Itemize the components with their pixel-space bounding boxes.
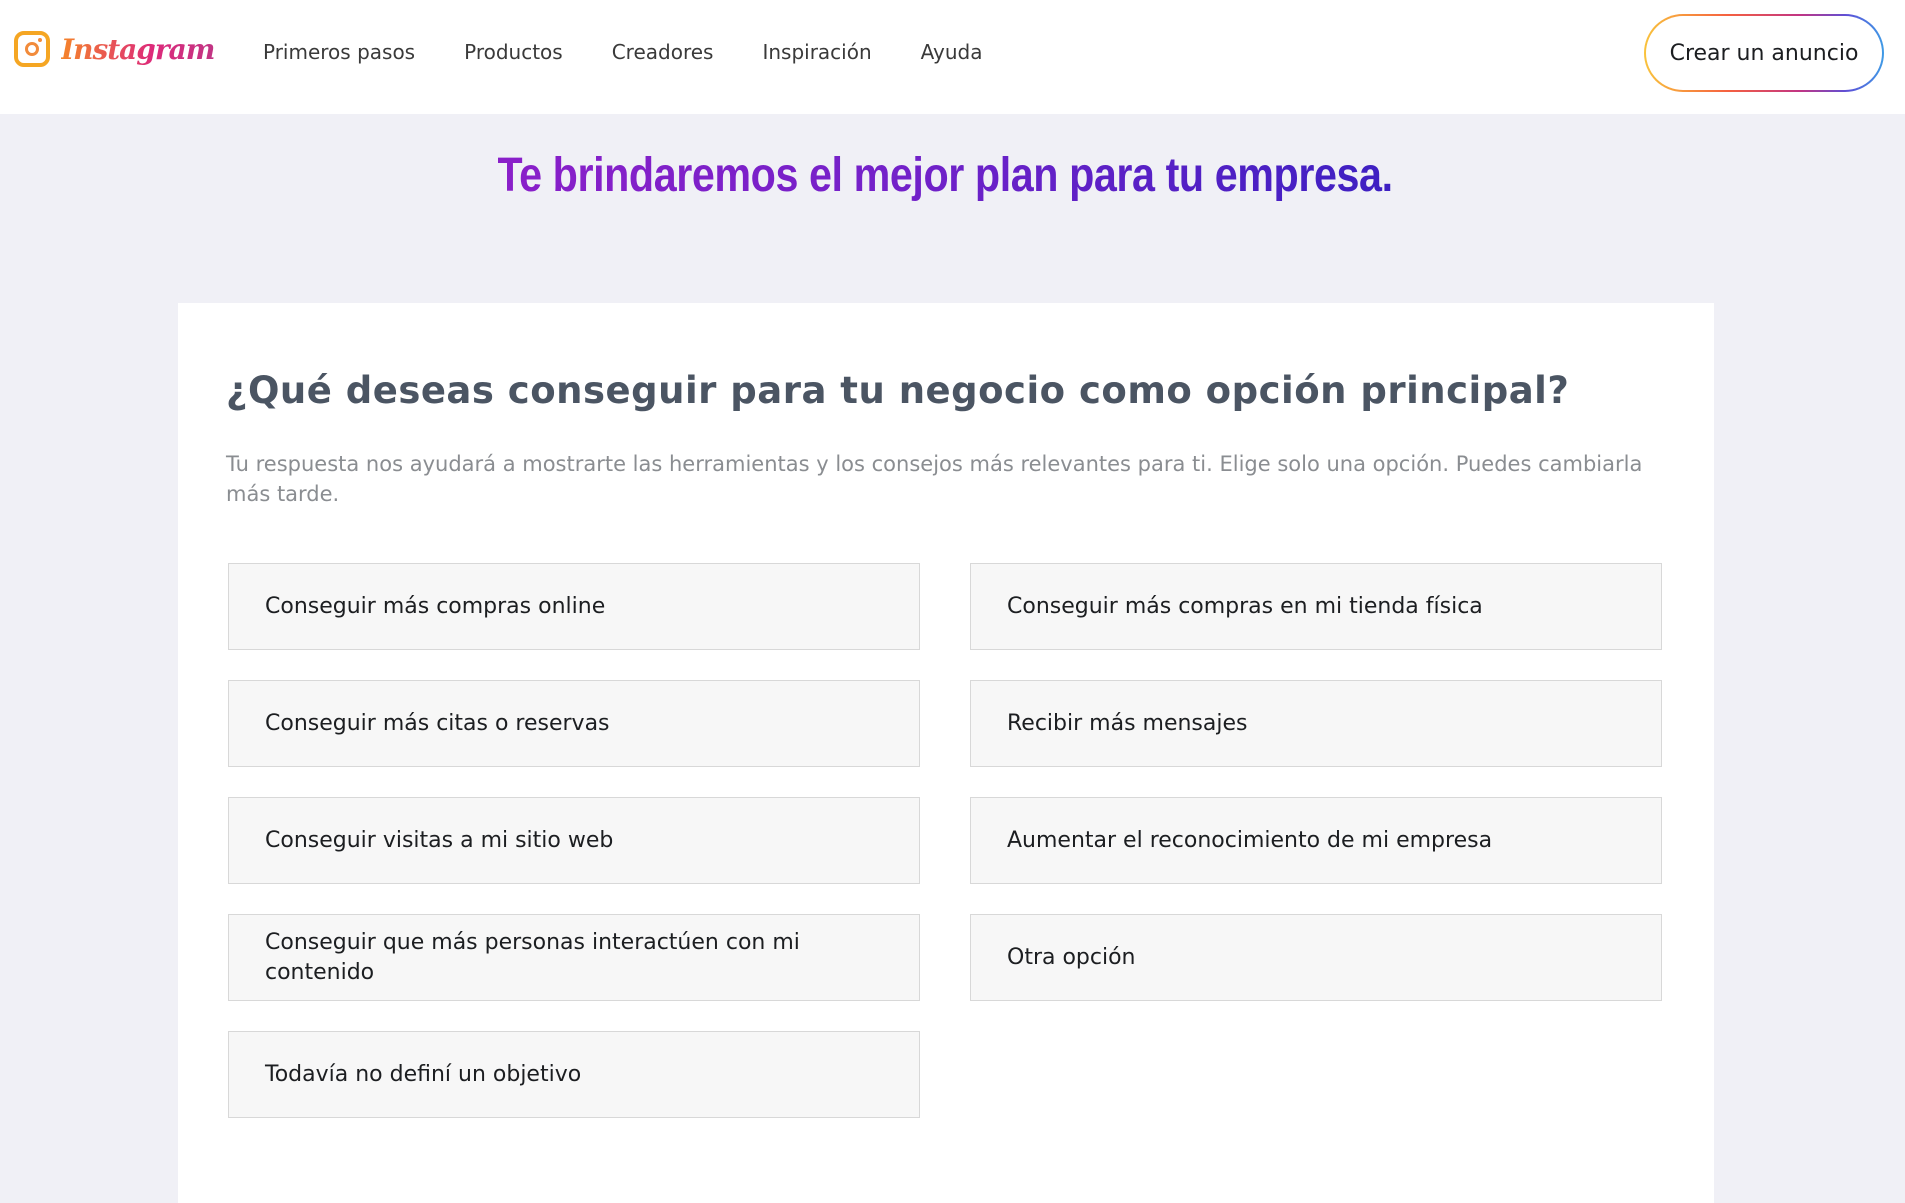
option-undefined-goal[interactable]: Todavía no definí un objetivo: [228, 1031, 920, 1118]
option-website-visits[interactable]: Conseguir visitas a mi sitio web: [228, 797, 920, 884]
instagram-glyph-icon: [14, 31, 50, 67]
goal-description: Tu respuesta nos ayudará a mostrarte las…: [226, 452, 1643, 506]
nav-item-primeros-pasos[interactable]: Primeros pasos: [263, 40, 415, 64]
goal-options-grid: Conseguir más compras online Conseguir m…: [228, 563, 1662, 1118]
nav-item-ayuda[interactable]: Ayuda: [921, 40, 983, 64]
top-navigation-bar: Instagram Primeros pasos Productos Cread…: [0, 0, 1905, 114]
option-online-purchases[interactable]: Conseguir más compras online: [228, 563, 920, 650]
main-nav: Primeros pasos Productos Creadores Inspi…: [263, 40, 1031, 64]
page-title: Te brindaremos el mejor plan para tu emp…: [497, 149, 1393, 202]
option-appointments[interactable]: Conseguir más citas o reservas: [228, 680, 920, 767]
nav-item-productos[interactable]: Productos: [464, 40, 563, 64]
nav-item-creadores[interactable]: Creadores: [612, 40, 714, 64]
nav-item-inspiracion[interactable]: Inspiración: [762, 40, 871, 64]
create-ad-button[interactable]: Crear un anuncio: [1644, 14, 1884, 92]
option-brand-awareness[interactable]: Aumentar el reconocimiento de mi empresa: [970, 797, 1662, 884]
goal-selection-card: ¿Qué deseas conseguir para tu negocio co…: [178, 303, 1714, 1203]
option-other[interactable]: Otra opción: [970, 914, 1662, 1001]
goal-question: ¿Qué deseas conseguir para tu negocio co…: [226, 369, 1570, 412]
instagram-wordmark: Instagram: [61, 32, 215, 66]
option-store-purchases[interactable]: Conseguir más compras en mi tienda físic…: [970, 563, 1662, 650]
option-messages[interactable]: Recibir más mensajes: [970, 680, 1662, 767]
option-content-engagement[interactable]: Conseguir que más personas interactúen c…: [228, 914, 920, 1001]
instagram-logo[interactable]: Instagram: [14, 31, 215, 67]
create-ad-button-label: Crear un anuncio: [1646, 16, 1882, 90]
